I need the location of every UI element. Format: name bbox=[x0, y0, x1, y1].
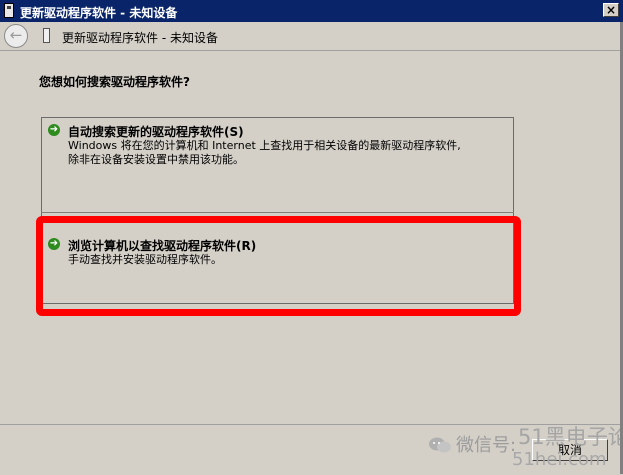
option-auto-search-desc-line1: Windows 将在您的计算机和 Internet 上查找用于相关设备的最新驱动… bbox=[68, 139, 461, 152]
back-button[interactable]: ← bbox=[4, 24, 28, 48]
close-button[interactable]: × bbox=[603, 3, 619, 17]
option-auto-search-desc-line2: 除非在设备安装设置中禁用该功能。 bbox=[68, 153, 244, 166]
wechat-icon bbox=[429, 437, 451, 453]
watermark-site-name: 51黑电子论坛 bbox=[518, 425, 623, 449]
options-divider bbox=[41, 212, 514, 213]
watermark-domain: 51hei.com bbox=[512, 449, 607, 470]
green-arrow-icon: ➜ bbox=[48, 124, 60, 136]
device-icon bbox=[4, 3, 14, 18]
option-auto-search[interactable]: ➜ 自动搜索更新的驱动程序软件(S) Windows 将在您的计算机和 Inte… bbox=[48, 123, 508, 203]
watermark-channel: 微信号: bbox=[456, 435, 517, 456]
option-auto-search-title: 自动搜索更新的驱动程序软件(S) bbox=[68, 125, 244, 139]
device-icon bbox=[43, 28, 50, 43]
window-titlebar: 更新驱动程序软件 - 未知设备 × bbox=[0, 0, 623, 22]
red-highlight-box bbox=[36, 216, 521, 316]
page-title: 更新驱动程序软件 - 未知设备 bbox=[62, 31, 218, 45]
window-title: 更新驱动程序软件 - 未知设备 bbox=[20, 6, 178, 20]
nav-bar: ← 更新驱动程序软件 - 未知设备 bbox=[0, 22, 623, 51]
question-heading: 您想如何搜索驱动程序软件? bbox=[39, 75, 190, 89]
option-auto-search-desc: Windows 将在您的计算机和 Internet 上查找用于相关设备的最新驱动… bbox=[68, 139, 461, 167]
